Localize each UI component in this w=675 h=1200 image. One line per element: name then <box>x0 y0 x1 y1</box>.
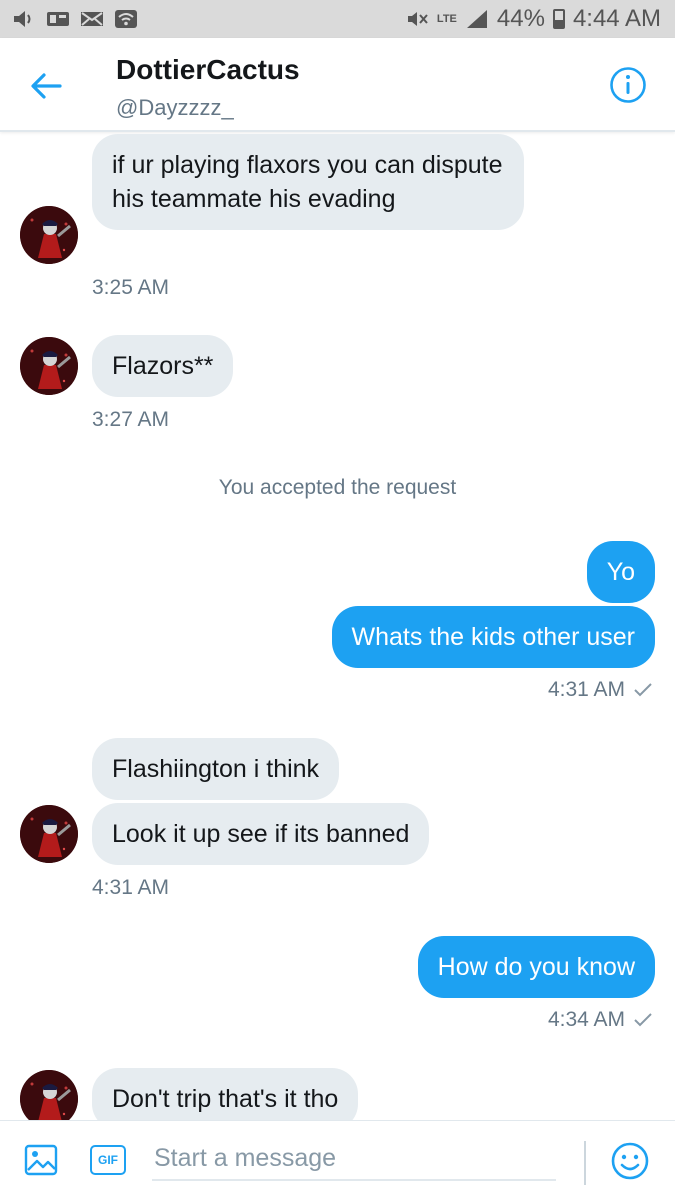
check-icon <box>634 683 652 697</box>
message-bubble-incoming[interactable]: Flashiington i think <box>92 738 340 800</box>
message-text: How do you know <box>437 953 635 981</box>
message-timestamp: 4:34 AM <box>547 1008 625 1031</box>
volume-icon <box>14 11 31 27</box>
image-icon[interactable] <box>24 1143 58 1177</box>
message-timestamp: 3:25 AM <box>92 276 170 299</box>
message-bubble-outgoing[interactable]: Yo <box>586 541 655 603</box>
avatar[interactable] <box>20 805 78 863</box>
battery-percent: 44% <box>496 5 545 32</box>
system-message: You accepted the request <box>218 476 457 499</box>
message-text: Whats the kids other user <box>351 623 635 651</box>
message-timestamp: 3:27 AM <box>92 408 170 431</box>
message-timestamp: 4:31 AM <box>547 678 625 701</box>
message-text: Flashiington i think <box>112 755 320 783</box>
check-icon <box>634 1013 652 1027</box>
message-text: Look it up see if its banned <box>112 820 410 848</box>
message-bubble-outgoing[interactable]: How do you know <box>417 936 655 998</box>
message-input[interactable] <box>152 1137 556 1181</box>
wifi-icon <box>115 10 137 28</box>
message-status: 4:31 AM <box>548 678 653 702</box>
contact-handle: @Dayzzzz_ <box>116 95 234 120</box>
mail-icon <box>81 12 103 26</box>
cell-signal-icon <box>466 10 487 28</box>
message-timestamp: 4:31 AM <box>92 876 170 899</box>
message-text: Flazors** <box>112 352 214 380</box>
message-bubble-incoming[interactable]: if ur playing flaxors you can dispute hi… <box>92 134 524 230</box>
contact-name[interactable]: DottierCactus <box>116 54 300 86</box>
smiley-icon[interactable] <box>610 1141 650 1181</box>
avatar[interactable] <box>20 206 78 264</box>
arrow-left-icon[interactable] <box>26 66 66 106</box>
clock: 4:44 AM <box>572 5 661 32</box>
avatar[interactable] <box>20 1070 78 1120</box>
avatar-image <box>20 1070 78 1120</box>
message-bubble-incoming[interactable]: Look it up see if its banned <box>92 803 430 865</box>
signal-icon <box>47 12 69 26</box>
battery-icon <box>552 9 565 29</box>
info-icon[interactable] <box>609 66 647 104</box>
message-text: if ur playing flaxors you can dispute hi… <box>112 151 503 213</box>
lte-label: LTE <box>436 13 457 25</box>
mute-icon <box>407 12 428 26</box>
avatar-image <box>20 805 78 863</box>
message-bubble-incoming[interactable]: Don't trip that's it tho <box>92 1068 359 1120</box>
message-bubble-outgoing[interactable]: Whats the kids other user <box>331 606 655 668</box>
message-text: Yo <box>606 558 635 586</box>
message-text: Don't trip that's it tho <box>112 1085 339 1113</box>
message-bubble-incoming[interactable]: Flazors** <box>92 335 234 397</box>
status-bar: LTE 44% 4:44 AM <box>0 0 675 38</box>
composer-divider <box>584 1141 586 1185</box>
message-status: 4:34 AM <box>548 1008 653 1032</box>
conversation-header: DottierCactus @Dayzzzz_ <box>0 38 675 132</box>
avatar[interactable] <box>20 337 78 395</box>
message-composer: GIF <box>0 1120 675 1200</box>
message-list[interactable]: if ur playing flaxors you can dispute hi… <box>0 132 675 1120</box>
gif-button[interactable]: GIF <box>90 1145 126 1175</box>
avatar-image <box>20 337 78 395</box>
avatar-image <box>20 206 78 264</box>
